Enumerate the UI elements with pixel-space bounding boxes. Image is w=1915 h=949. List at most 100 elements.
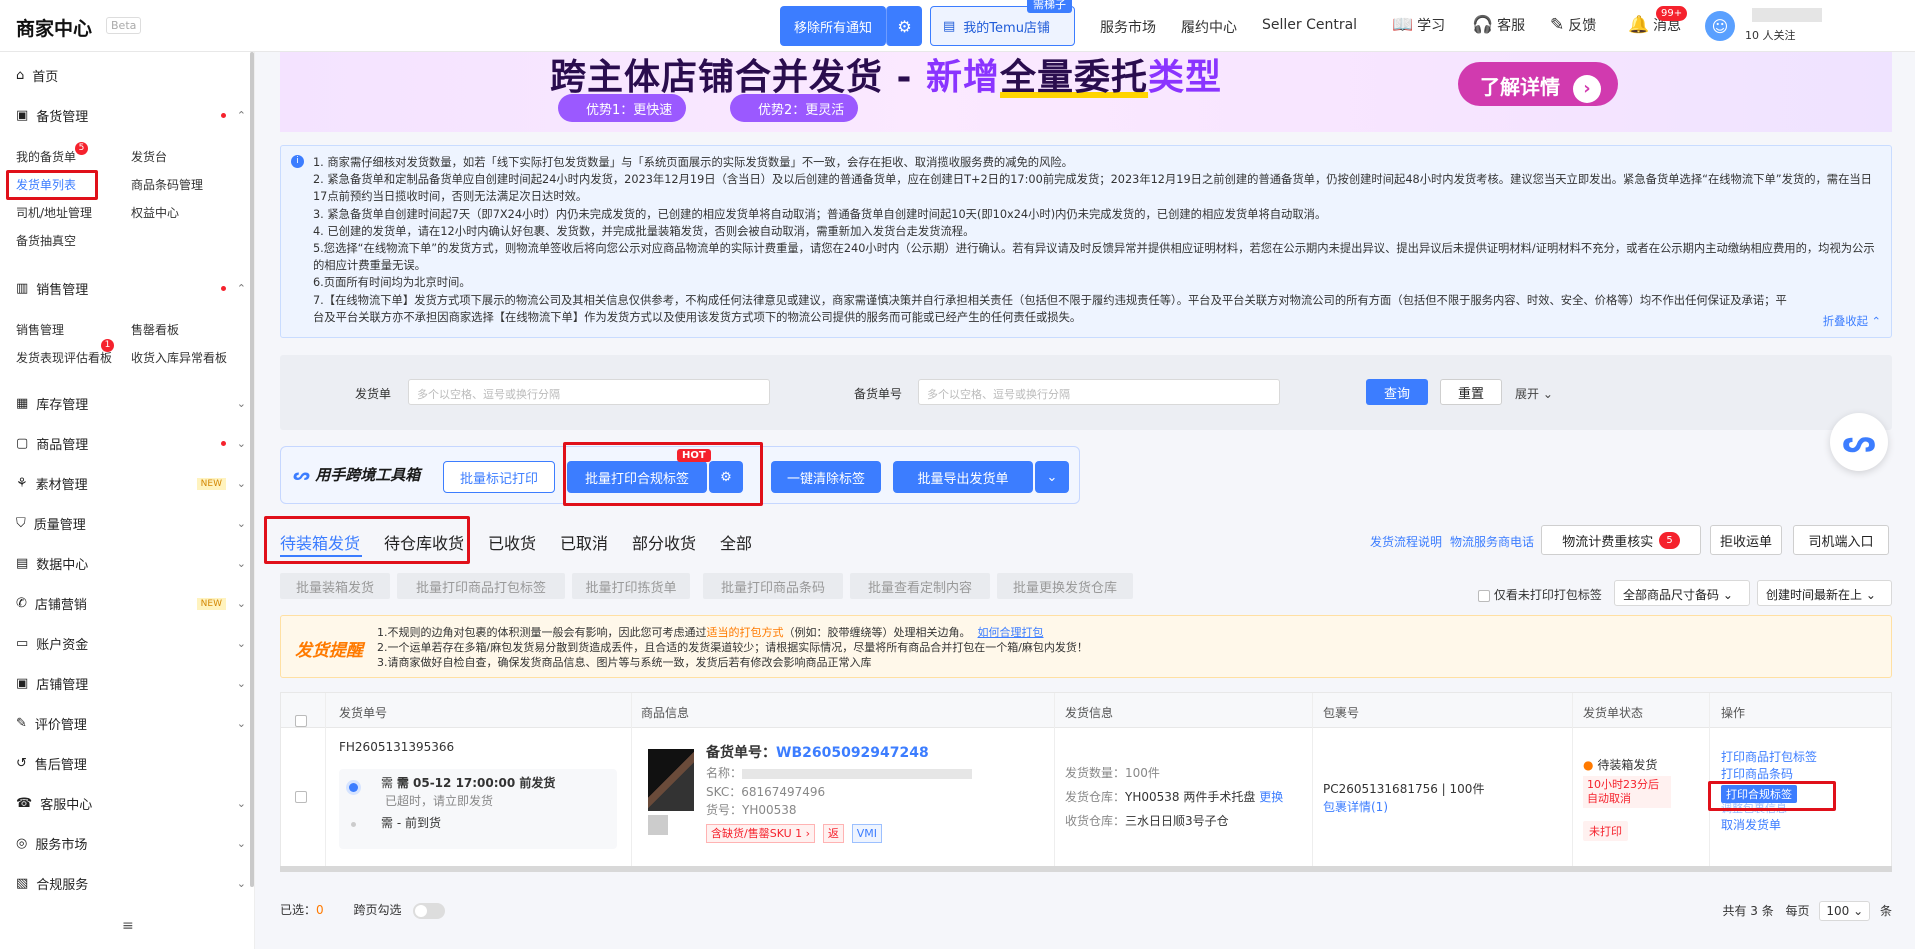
sidebar-group-account[interactable]: ▭ 账户资金 ⌄ [16, 634, 246, 653]
sidebar-group-products[interactable]: ▢ 商品管理 ⌄ [16, 434, 246, 453]
sidebar-sub-driver[interactable]: 司机/地址管理 [16, 204, 92, 221]
sidebar-group-aftersale[interactable]: ↺ 售后管理 [16, 754, 246, 773]
sidebar-group-quality[interactable]: ⛉ 质量管理 ⌄ [16, 514, 246, 533]
sidebar-group-marketing[interactable]: ✆ 店铺营销 NEW ⌄ [16, 594, 246, 613]
sidebar-group-cs[interactable]: ☎ 客服中心 ⌄ [16, 794, 246, 813]
expand-filters-link[interactable]: 展开 ⌄ [1515, 385, 1553, 402]
user-avatar[interactable]: ☺ [1705, 11, 1735, 41]
my-temu-shop-button[interactable]: ▤ 我的Temu店铺 需梯子 [930, 0, 1075, 46]
reset-button[interactable]: 重置 [1440, 379, 1502, 405]
sidebar-sub-ship-desk[interactable]: 发货台 [131, 148, 167, 165]
table-scrollbar[interactable] [280, 866, 1892, 872]
deadline-box: 需 需 05-12 17:00:00 前发货 已超时，请立即发货 需 - 前到货 [339, 769, 617, 849]
reject-waybill-button[interactable]: 拒收运单 [1710, 525, 1782, 555]
sidebar-sub-ship-perf[interactable]: 发货表现评估看板 1 [16, 339, 115, 366]
driver-entry-button[interactable]: 司机端入口 [1793, 525, 1889, 555]
sidebar-sub-barcode[interactable]: 商品条码管理 [131, 176, 203, 193]
query-button[interactable]: 查询 [1366, 379, 1428, 405]
remove-all-notices-button[interactable]: 移除所有通知 [780, 6, 886, 46]
sidebar-group-reviews[interactable]: ✎ 评价管理 ⌄ [16, 714, 246, 733]
stock-no-input[interactable]: 多个以空格、逗号或换行分隔 [918, 379, 1280, 405]
logistics-phone-link[interactable]: 物流服务商电话 [1450, 533, 1534, 550]
sidebar-group-materials[interactable]: ⚘ 素材管理 NEW ⌄ [16, 474, 246, 493]
size-select[interactable]: 全部商品尺寸备码 ⌄ [1614, 580, 1750, 606]
batch-mark-print-button[interactable]: 批量标记打印 [443, 461, 555, 493]
tab-received[interactable]: 已收货 [488, 530, 536, 554]
chevron-up-icon: ⌃ [236, 109, 246, 122]
timeline-dot-active [349, 783, 358, 792]
batch-change-warehouse-button[interactable]: 批量更换发货仓库 [997, 573, 1133, 599]
ship-process-link[interactable]: 发货流程说明 [1370, 533, 1442, 550]
ship-no-input[interactable]: 多个以空格、逗号或换行分隔 [408, 379, 770, 405]
feedback-link[interactable]: ✎ 反馈 [1550, 15, 1596, 35]
print-pack-label-link[interactable]: 打印商品打包标签 [1721, 749, 1817, 766]
pagination: 共有 3 条 每页 100 ⌄ 条 [1722, 901, 1892, 921]
sidebar-group-label: 备货管理 [36, 110, 89, 125]
sidebar-sub-vacuum[interactable]: 备货抽真空 [16, 232, 76, 249]
stock-no[interactable]: 备货单号：WB2605092947248 [706, 745, 929, 762]
collapse-notice-link[interactable]: 折叠收起 ⌃ [1823, 313, 1881, 330]
notice-box: i 1. 商家需仔细核对发货数量，如若「线下实际打包发货数量」与「系统页面展示的… [280, 145, 1892, 338]
nav-service-market[interactable]: 服务市场 [1100, 17, 1156, 37]
package-detail-link[interactable]: 包裹详情(1) [1323, 799, 1388, 816]
sidebar-group-sales[interactable]: ▥ 销售管理 ⌃ [16, 279, 246, 298]
checkbox[interactable] [1478, 589, 1490, 602]
change-warehouse-link[interactable]: 更换 [1259, 790, 1283, 804]
soldout-tag[interactable]: 含缺货/售罄SKU 1 › [706, 824, 816, 843]
nav-fulfillment-center[interactable]: 履约中心 [1181, 17, 1237, 37]
stock-no-label: 备货单号 [854, 387, 903, 401]
row-checkbox[interactable] [295, 790, 307, 803]
page-size-select[interactable]: 100 ⌄ [1819, 901, 1871, 921]
weight-verify-button[interactable]: 物流计费重核实 5 [1541, 525, 1701, 555]
shipment-table: 发货单号 商品信息 发货信息 包裹号 发货单状态 操作 FH2605131395… [280, 692, 1892, 868]
book-icon: 📖 [1392, 15, 1414, 35]
name-blurred [742, 768, 973, 779]
sidebar-group-inventory[interactable]: ▦ 库存管理 ⌄ [16, 394, 246, 413]
batch-print-barcode-button[interactable]: 批量打印商品条码 [703, 573, 843, 599]
sort-select[interactable]: 创建时间最新在上 ⌄ [1757, 580, 1892, 606]
batch-view-custom-button[interactable]: 批量查看定制内容 [850, 573, 990, 599]
tab-all[interactable]: 全部 [720, 530, 752, 554]
floating-toolbox-icon[interactable]: ᔕ [1830, 413, 1888, 471]
sidebar-group-data[interactable]: ▤ 数据中心 ⌄ [16, 554, 246, 573]
notice-settings-button[interactable]: ⚙ [886, 6, 922, 46]
status-pending: ● 待装箱发货 [1583, 758, 1658, 772]
product-image[interactable] [648, 749, 694, 811]
clear-labels-button[interactable]: 一键清除标签 [771, 461, 881, 493]
batch-export-button[interactable]: 批量导出发货单 [893, 461, 1033, 493]
batch-print-pack-label-button[interactable]: 批量打印商品打包标签 [397, 573, 565, 599]
sidebar-item-home[interactable]: ⌂ 首页 [16, 66, 246, 85]
sidebar-group-market[interactable]: ◎ 服务市场 ⌄ [16, 834, 246, 853]
cross-page-toggle[interactable] [413, 902, 446, 919]
banner-learn-more-button[interactable]: 了解详情 › [1458, 62, 1618, 106]
messages-link[interactable]: 🔔 消息 99+ [1628, 6, 1688, 35]
sidebar-group-shop[interactable]: ▣ 店铺管理 ⌄ [16, 674, 246, 693]
sidebar-sub-soldout[interactable]: 售罄看板 [131, 321, 179, 338]
nav-seller-central[interactable]: Seller Central [1262, 17, 1357, 33]
cancel-shipment-link[interactable]: 取消发货单 [1721, 817, 1781, 834]
select-all-checkbox[interactable] [295, 715, 307, 727]
sidebar-group-stock[interactable]: ▣ 备货管理 ⌃ [16, 106, 246, 125]
vpn-tag: 需梯子 [1027, 0, 1072, 13]
sidebar-sub-receive-anomaly[interactable]: 收货入库异常看板 [131, 349, 227, 366]
user-followers: 10 人关注 [1745, 29, 1796, 42]
banner-pill-flexible: 优势2：更灵活 [730, 94, 859, 122]
how-to-pack-link[interactable]: 如何合理打包 [978, 626, 1044, 639]
sidebar-sub-sales[interactable]: 销售管理 [16, 321, 64, 338]
export-dropdown-button[interactable]: ⌄ [1035, 461, 1069, 493]
sidebar-scrollbar[interactable] [250, 52, 254, 887]
sidebar-group-label: 销售管理 [36, 283, 89, 298]
tab-cancelled[interactable]: 已取消 [560, 530, 608, 554]
collapse-sidebar-icon[interactable]: ≡ [122, 918, 134, 934]
sidebar-sub-rights[interactable]: 权益中心 [131, 204, 179, 221]
sidebar-sub-my-stock[interactable]: 我的备货单 5 [16, 142, 89, 165]
batch-pack-ship-button[interactable]: 批量装箱发货 [280, 573, 390, 599]
sidebar-group-compliance[interactable]: ▧ 合规服务 ⌄ [16, 874, 246, 893]
learn-link[interactable]: 📖 学习 [1392, 15, 1445, 35]
promo-banner[interactable]: 跨主体店铺合并发货 - 新增全量委托类型 优势1：更快速 优势2：更灵活 了解详… [280, 52, 1892, 132]
only-unprinted-filter[interactable]: 仅看未打印打包标签 [1478, 586, 1602, 603]
tab-partial[interactable]: 部分收货 [632, 530, 696, 554]
batch-print-picklist-button[interactable]: 批量打印拣货单 [572, 573, 690, 599]
customer-service-link[interactable]: 🎧 客服 [1472, 15, 1525, 35]
box-icon: ▦ [16, 396, 29, 411]
